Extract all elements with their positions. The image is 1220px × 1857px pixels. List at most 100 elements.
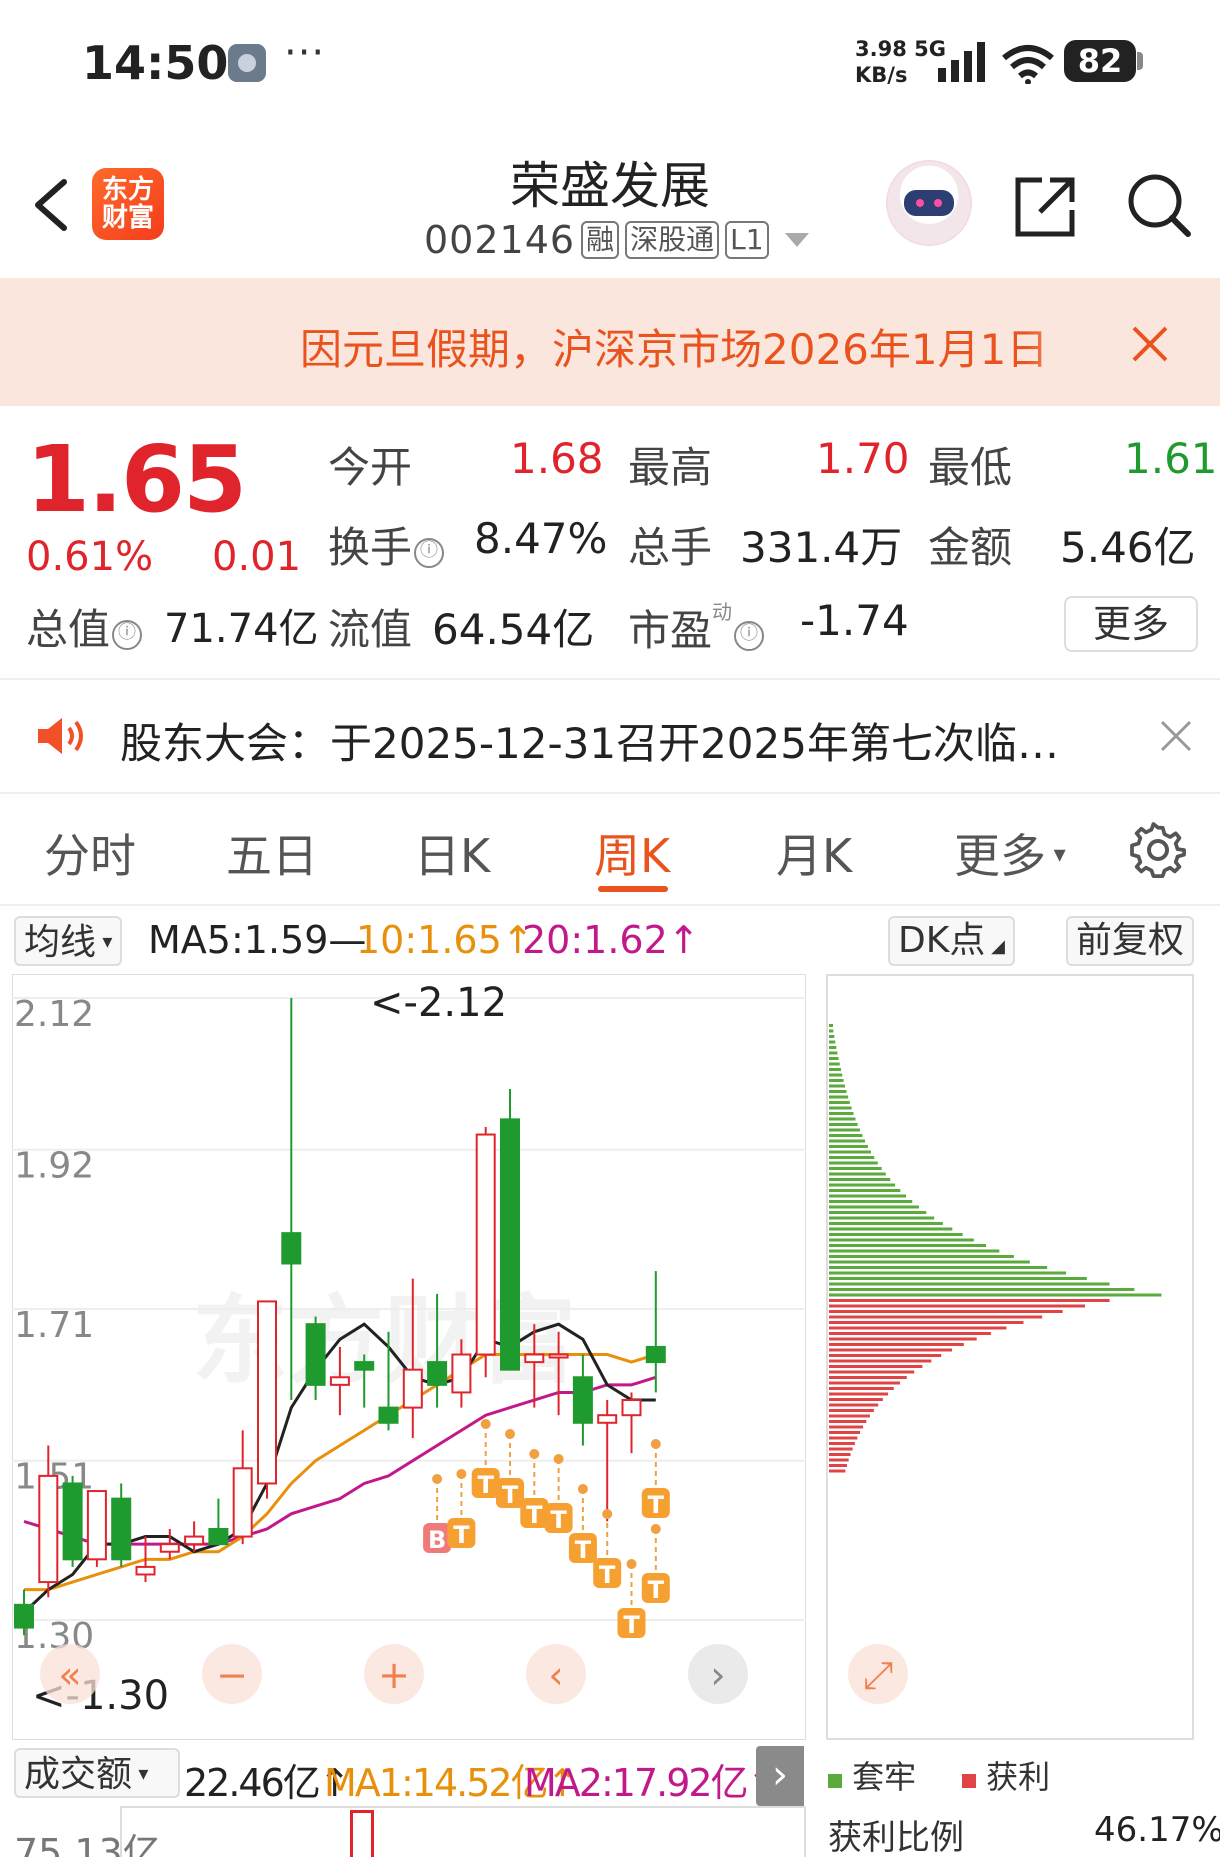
ma-indicator-select[interactable]: 均线 ▾ bbox=[14, 916, 123, 966]
turnover-value: 8.47% bbox=[474, 514, 608, 563]
chip-bar-trapped bbox=[829, 1266, 1048, 1269]
close-icon[interactable] bbox=[1128, 322, 1172, 366]
chip-bar-trapped bbox=[829, 1084, 846, 1088]
pe-label[interactable]: 市盈动ⓘ bbox=[628, 596, 765, 658]
svg-text:T: T bbox=[526, 1501, 543, 1529]
chip-bar-trapped bbox=[829, 1244, 986, 1247]
next-button[interactable]: › bbox=[688, 1644, 748, 1704]
chip-bar-trapped bbox=[829, 1249, 1000, 1253]
volume-chart[interactable] bbox=[120, 1806, 806, 1857]
volume-indicator-select[interactable]: 成交额 ▾ bbox=[14, 1748, 180, 1798]
chip-bar-profit bbox=[829, 1370, 915, 1374]
svg-text:−: − bbox=[216, 1653, 248, 1697]
chip-bar-profit bbox=[829, 1431, 861, 1434]
chip-bar-trapped bbox=[829, 1145, 868, 1148]
chip-bar-profit bbox=[829, 1315, 1043, 1319]
chip-bar-trapped bbox=[829, 1057, 839, 1060]
volume-bar bbox=[350, 1810, 374, 1857]
app-logo[interactable]: 东方 财富 bbox=[92, 168, 164, 240]
svg-text:⤢: ⤢ bbox=[863, 1653, 893, 1697]
legend-swatch-trapped bbox=[828, 1774, 842, 1788]
volume-value: 331.4万 bbox=[740, 523, 903, 572]
adjust-select[interactable]: 前复权 bbox=[1066, 916, 1195, 966]
low-label: 最低 bbox=[928, 443, 1013, 492]
dk-point-select[interactable]: DK点 ◢ bbox=[888, 916, 1015, 966]
chip-bar-trapped bbox=[829, 1029, 834, 1033]
tab-intraday[interactable]: 分时 bbox=[44, 820, 136, 886]
chevron-down-icon bbox=[784, 233, 809, 247]
divider bbox=[0, 904, 1220, 906]
signal-icon bbox=[938, 42, 985, 82]
chip-bar-profit bbox=[829, 1409, 874, 1412]
chip-bar-trapped bbox=[829, 1222, 943, 1225]
scroll-left-button[interactable]: « bbox=[40, 1644, 100, 1704]
info-icon: ⓘ bbox=[112, 620, 143, 650]
share-button[interactable] bbox=[1012, 172, 1080, 240]
pe-dynamic-mark: 动 bbox=[712, 600, 733, 624]
svg-text:T: T bbox=[648, 1491, 665, 1519]
chip-bar-profit bbox=[829, 1453, 851, 1456]
battery-cap bbox=[1137, 52, 1143, 70]
chip-bar-profit bbox=[829, 1442, 855, 1445]
announcement-text[interactable]: 股东大会：于2025-12-31召开2025年第七次临时… bbox=[120, 710, 1080, 771]
back-button[interactable] bbox=[20, 160, 80, 250]
y-tick-label: 1.71 bbox=[14, 1305, 94, 1346]
chip-bar-profit bbox=[829, 1398, 883, 1401]
chip-bar-trapped bbox=[829, 1106, 852, 1110]
zoom-out-button[interactable]: − bbox=[202, 1644, 262, 1704]
svg-text:‹: ‹ bbox=[548, 1653, 563, 1697]
candle bbox=[475, 1126, 496, 1378]
stock-name[interactable]: 荣盛发展 bbox=[400, 146, 820, 218]
chip-bar-trapped bbox=[829, 1293, 1162, 1297]
chip-bar-profit bbox=[829, 1365, 923, 1368]
battery-indicator: 82 bbox=[1064, 40, 1136, 82]
tab-more[interactable]: 更多 ▾ bbox=[954, 820, 1066, 886]
more-quote-button[interactable]: 更多 bbox=[1064, 596, 1198, 652]
candle bbox=[86, 1490, 107, 1567]
high-label: 最高 bbox=[628, 443, 713, 492]
chip-bar-trapped bbox=[829, 1216, 935, 1220]
search-button[interactable] bbox=[1124, 170, 1194, 240]
chip-bar-profit bbox=[829, 1436, 858, 1440]
tag-margin: 融 bbox=[581, 221, 620, 259]
tab-weekly-k[interactable]: 周K bbox=[594, 820, 670, 886]
weekly-candlestick-chart[interactable]: 东方财富 2.121.921.711.511.30 BTTTTTTTTTT <-… bbox=[12, 974, 806, 1740]
fullscreen-button[interactable]: ⤢ bbox=[848, 1644, 908, 1704]
holiday-notice-text[interactable]: 因元旦假期，沪深京市场2026年1月1日 bbox=[300, 316, 1090, 377]
svg-text:«: « bbox=[58, 1653, 81, 1697]
chip-bar-profit bbox=[829, 1348, 952, 1352]
legend-trapped: 套牢 bbox=[828, 1752, 916, 1798]
network-speed: 3.98 5G KB/s bbox=[855, 37, 946, 87]
profit-ratio-label: 获利比例 bbox=[828, 1818, 964, 1857]
ma5-value: MA5:1.59— bbox=[148, 918, 367, 962]
close-icon[interactable] bbox=[1158, 718, 1194, 754]
turnover-label[interactable]: 换手 ⓘ bbox=[328, 514, 445, 575]
high-value: 1.70 bbox=[816, 434, 910, 483]
tab-daily-k[interactable]: 日K bbox=[414, 820, 490, 886]
tab-five-day[interactable]: 五日 bbox=[226, 820, 318, 886]
expand-arrow-button[interactable]: › bbox=[756, 1746, 804, 1806]
chip-bar-trapped bbox=[829, 1161, 878, 1165]
active-tab-indicator bbox=[598, 886, 668, 892]
chip-bar-profit bbox=[829, 1304, 1086, 1308]
svg-text:+: + bbox=[378, 1653, 410, 1697]
zoom-in-button[interactable]: + bbox=[364, 1644, 424, 1704]
info-icon: ⓘ bbox=[414, 538, 445, 568]
chip-bar-trapped bbox=[829, 1095, 849, 1099]
svg-text:T: T bbox=[550, 1506, 567, 1534]
chip-bar-trapped bbox=[829, 1068, 841, 1071]
chip-bar-trapped bbox=[829, 1255, 1014, 1258]
chip-bar-trapped bbox=[829, 1112, 854, 1115]
chip-bar-trapped bbox=[829, 1134, 863, 1137]
market-cap-label[interactable]: 总值 ⓘ bbox=[26, 596, 143, 657]
gear-icon[interactable] bbox=[1130, 822, 1186, 878]
prev-button[interactable]: ‹ bbox=[526, 1644, 586, 1704]
float-cap-label: 流值 bbox=[328, 605, 413, 654]
candle bbox=[500, 1089, 520, 1371]
chip-bar-trapped bbox=[829, 1282, 1110, 1286]
chip-bar-profit bbox=[829, 1321, 1024, 1324]
tab-monthly-k[interactable]: 月K bbox=[776, 820, 852, 886]
high-annotation: <-2.12 bbox=[370, 980, 507, 1026]
stock-code-row[interactable]: 002146 融 深股通 L1 bbox=[424, 218, 809, 262]
amount-label: 金额 bbox=[928, 523, 1013, 572]
